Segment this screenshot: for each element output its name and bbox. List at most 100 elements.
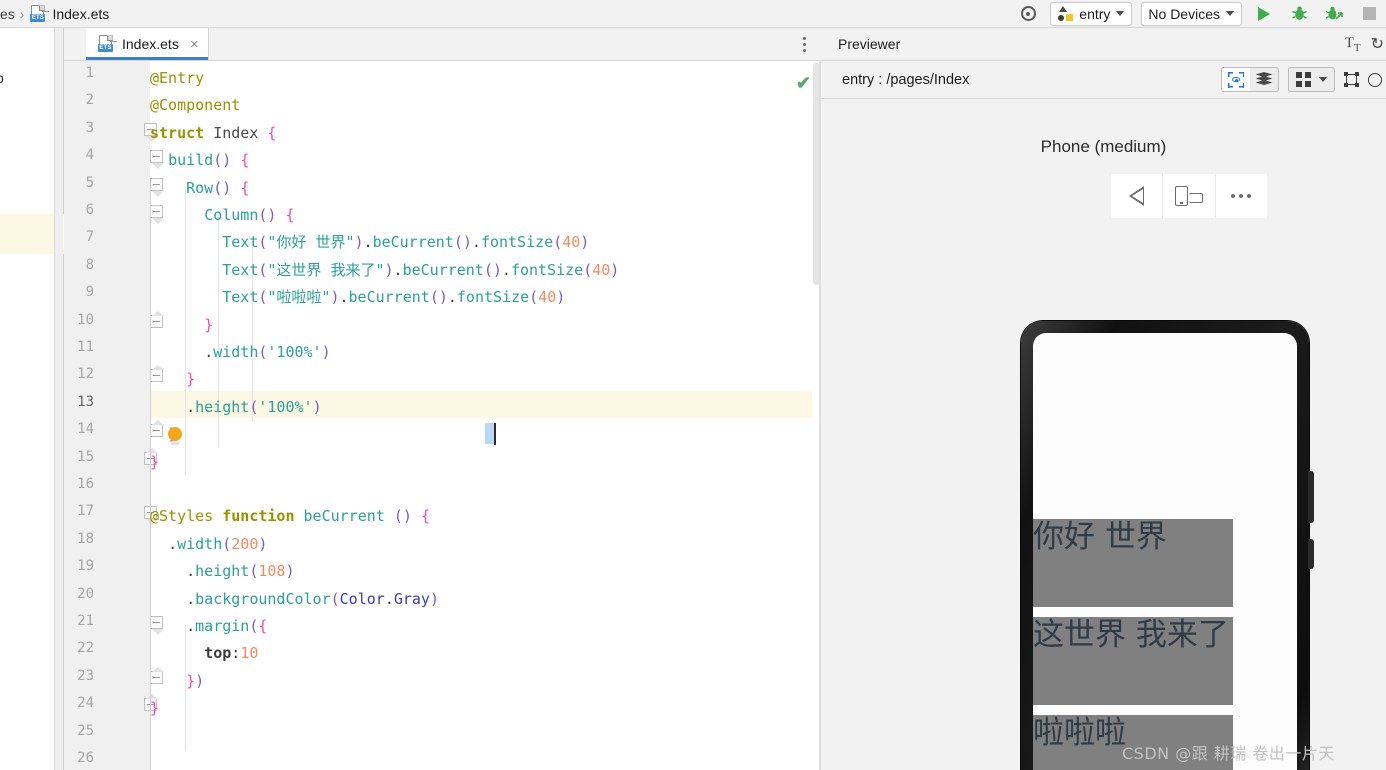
circle-icon[interactable] [1368,72,1382,87]
code-token: } [150,452,160,471]
code-token: '100%' [267,343,322,361]
breadcrumb[interactable]: es › ETS Index.ets [0,4,109,23]
code-line[interactable]: @Component [150,92,240,119]
left-tool-window[interactable]: p [0,28,64,770]
attach-debugger-icon [1325,6,1343,20]
code-line[interactable]: Text("啦啦啦").beCurrent().fontSize(40) [150,284,565,311]
code-token: beCurrent [303,507,394,526]
code-token: . [363,233,373,252]
editor-more-options-button[interactable] [787,28,821,60]
code-line[interactable]: .height('100%') [150,394,321,421]
code-token: ) [321,343,331,361]
code-token: Text [222,288,259,307]
code-token: } [204,315,214,334]
device-screen[interactable]: 你好 世界 这世界 我来了 啦啦啦 [1033,333,1297,770]
code-token: { [240,178,250,197]
preview-text-box[interactable]: 这世界 我来了 [1033,617,1233,705]
inspector-button[interactable] [1222,68,1250,91]
code-token: height [195,397,250,416]
stop-button[interactable] [1356,2,1382,26]
module-icon [1057,6,1074,21]
code-line[interactable]: @Entry [150,65,204,92]
code-token: . [393,260,403,279]
code-line[interactable]: } [150,449,159,476]
refresh-icon[interactable]: ↻ [1371,34,1384,54]
code-line[interactable]: struct Index { [150,120,276,147]
back-button[interactable] [1111,174,1164,218]
code-content[interactable]: @Entry @Component struct Index { build() {… [150,61,821,770]
attach-debugger-button[interactable] [1321,2,1347,26]
inspection-status-icon[interactable]: ✔ [796,73,811,94]
previewer-page-path: entry : /pages/Index [842,71,970,88]
code-token: () [393,507,412,526]
run-button[interactable] [1251,2,1277,26]
module-selector-label: entry [1079,5,1111,22]
breadcrumb-separator-icon: › [19,5,25,22]
code-token: ( [553,233,563,252]
code-token: fontSize [456,288,530,307]
code-line[interactable]: build() { [150,147,249,174]
previewer-title: Previewer [838,36,901,52]
code-token: build [168,151,214,170]
code-line[interactable]: .width(200) [150,531,267,558]
code-token: beCurrent [348,288,430,307]
code-line[interactable]: top:10 [150,640,258,667]
code-token: ) [285,562,295,581]
code-token: ) [556,288,566,307]
preview-text-box[interactable]: 你好 世界 [1033,519,1233,607]
code-token: beCurrent [372,233,454,252]
select-target-button[interactable] [1015,2,1041,26]
close-icon[interactable]: × [190,37,199,52]
editor-tab-index-ets[interactable]: ETS Index.ets × [86,28,209,60]
code-line[interactable]: Row() { [150,175,249,202]
code-line[interactable]: Text("这世界 我来了").beCurrent().fontSize(40) [150,257,619,284]
breadcrumb-parent[interactable]: es [0,6,15,22]
editor-gutter[interactable]: 1 2 3 4 5 6 7 8 9 10 11 12 13 14 15 16 17 18 19 20 21 22 23 24 2… [64,61,164,770]
code-token: ) [429,589,439,608]
code-line[interactable]: Column() { [150,202,294,229]
code-token: () [483,260,502,279]
previewer-subheader-actions [1221,67,1386,92]
font-size-icon[interactable]: TT [1345,35,1361,54]
layers-button[interactable] [1250,68,1278,91]
code-token: 200 [231,534,259,553]
code-token: "你好 世界" [267,233,355,252]
code-token: . [204,343,214,361]
watermark: CSDN @跟 耕瑞 卷出一片天 [1122,744,1335,763]
code-line[interactable]: } [150,695,159,722]
preview-column: 你好 世界 这世界 我来了 啦啦啦 [1033,333,1297,770]
code-line[interactable]: .margin({ [150,613,267,640]
code-line[interactable]: } [150,312,213,339]
rotate-button[interactable] [1163,174,1216,218]
code-line[interactable]: .width('100%') [150,339,331,366]
device-selector[interactable]: No Devices [1141,1,1242,26]
code-token: 10 [240,644,259,663]
multi-device-dropdown[interactable] [1288,67,1335,92]
code-line[interactable]: @Styles function beCurrent () { [150,503,430,530]
debug-button[interactable] [1286,2,1312,26]
code-token: ) [384,260,394,279]
module-selector[interactable]: entry [1050,1,1133,26]
code-token: Index [213,123,268,142]
code-line[interactable]: .height(108) [150,558,295,585]
code-line[interactable]: Text("你好 世界").beCurrent().fontSize(40) [150,229,589,256]
intention-bulb-icon[interactable] [168,427,182,445]
frame-select-icon[interactable] [1344,72,1359,87]
code-line[interactable]: .backgroundColor(Color.Gray) [150,586,439,613]
previewer-view-mode-group[interactable] [1221,67,1279,92]
code-token: . [186,562,196,581]
ets-file-icon: ETS [29,4,50,23]
code-line[interactable]: } [150,366,195,393]
code-editor[interactable]: 1 2 3 4 5 6 7 8 9 10 11 12 13 14 15 16 17 18 19 20 21 22 23 24 2… [0,61,821,770]
code-token: : [231,644,241,663]
code-token: . [447,288,457,307]
code-line[interactable]: }) [150,668,204,695]
code-token: ) [354,233,364,252]
left-tool-window-scrollbar[interactable] [54,28,63,770]
breadcrumb-file-name[interactable]: Index.ets [52,6,109,22]
device-more-button[interactable] [1216,174,1267,218]
device-selector-label: No Devices [1148,5,1220,22]
